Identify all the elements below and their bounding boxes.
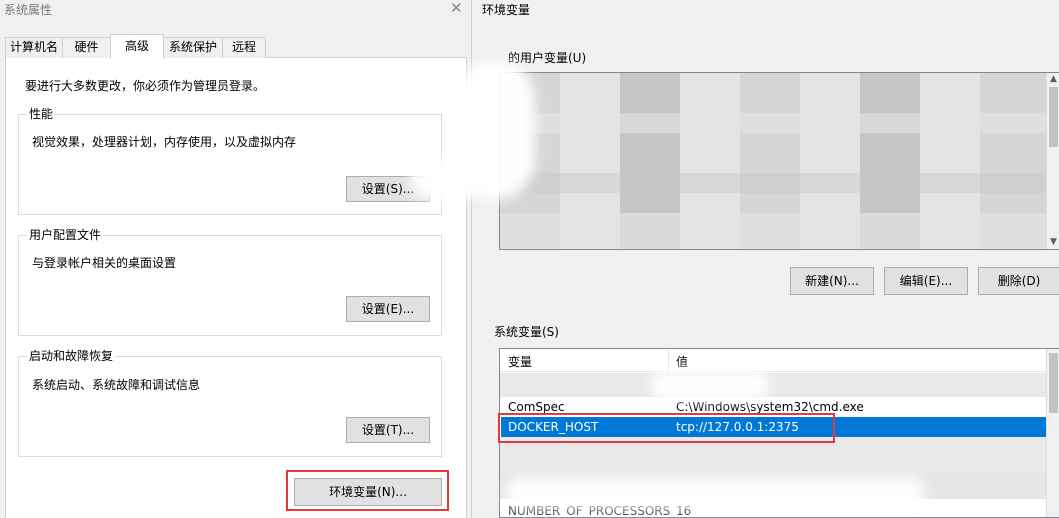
window-title: 环境变量 (482, 3, 531, 17)
scroll-thumb[interactable] (1049, 353, 1058, 413)
user-profiles-settings-button[interactable]: 设置(E)... (346, 296, 430, 322)
window-title: 系统属性 (4, 3, 53, 17)
environment-variables-dialog: 环境变量 的用户变量(U) ▲ ▼ 新建(N)... 编辑(E)... 删除(D… (471, 0, 1059, 518)
user-edit-button[interactable]: 编辑(E)... (884, 267, 968, 295)
blurred-row (500, 437, 1047, 477)
column-header-name[interactable]: 变量 (508, 353, 532, 370)
group-title: 性能 (27, 107, 56, 121)
scroll-up-icon[interactable]: ▲ (1047, 73, 1059, 86)
admin-notice: 要进行大多数更改，你必须作为管理员登录。 (25, 79, 266, 93)
startup-recovery-desc: 系统启动、系统故障和调试信息 (32, 378, 201, 392)
tab-system-protection[interactable]: 系统保护 (163, 37, 223, 58)
user-new-button[interactable]: 新建(N)... (790, 267, 874, 295)
privacy-mask (505, 478, 925, 508)
startup-recovery-settings-button[interactable]: 设置(T)... (346, 417, 430, 443)
group-title: 用户配置文件 (27, 228, 104, 242)
system-properties-dialog: 系统属性 ✕ 计算机名 硬件 高级 系统保护 远程 要进行大多数更改，你必须作为… (0, 0, 471, 518)
user-delete-button[interactable]: 删除(D) (978, 267, 1059, 295)
privacy-mask (410, 160, 480, 200)
system-variables-label: 系统变量(S) (494, 325, 559, 339)
scroll-down-icon[interactable]: ▼ (1047, 236, 1059, 249)
scroll-thumb[interactable] (1049, 87, 1058, 147)
blurred-content (500, 113, 1047, 133)
tab-computer-name[interactable]: 计算机名 (5, 37, 63, 58)
close-icon[interactable]: ✕ (450, 0, 463, 18)
list-header: 变量 值 (500, 349, 1047, 372)
highlight-box (286, 470, 449, 511)
group-title: 启动和故障恢复 (27, 349, 116, 363)
performance-desc: 视觉效果，处理器计划，内存使用，以及虚拟内存 (32, 135, 297, 149)
highlight-box (498, 413, 835, 443)
user-variables-list: ▲ ▼ (499, 72, 1059, 250)
user-profiles-desc: 与登录帐户相关的桌面设置 (32, 256, 177, 270)
privacy-mask (650, 370, 770, 400)
blurred-row (500, 373, 1047, 397)
tab-remote[interactable]: 远程 (222, 37, 266, 58)
blurred-content (500, 213, 1047, 249)
column-header-value[interactable]: 值 (676, 353, 688, 370)
user-variables-label: 的用户变量(U) (508, 51, 587, 65)
column-divider[interactable] (668, 349, 669, 372)
system-list-scrollbar[interactable] (1046, 349, 1059, 517)
blurred-content (500, 173, 1047, 193)
tab-advanced[interactable]: 高级 (110, 34, 164, 59)
tab-hardware[interactable]: 硬件 (62, 37, 111, 58)
user-list-scrollbar[interactable]: ▲ ▼ (1046, 73, 1059, 249)
